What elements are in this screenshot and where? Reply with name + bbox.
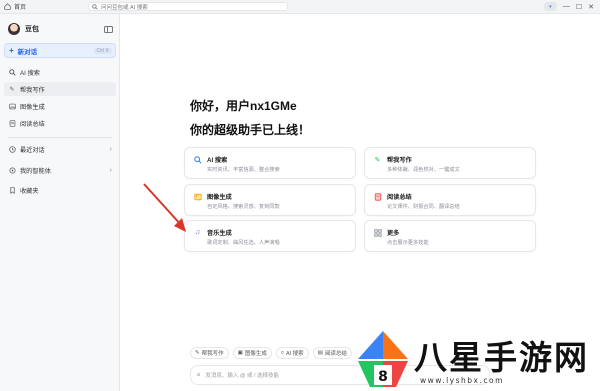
sidebar-item-label: AI 搜索 [20, 69, 40, 77]
sidebar-item-writing[interactable]: ✎ 帮我写作 [4, 82, 116, 96]
new-chat-shortcut: Ctrl K [93, 47, 112, 54]
bookmark-icon [8, 186, 16, 194]
sidebar-item-my-agents[interactable]: 我的智能体 › [4, 163, 116, 177]
annotation-arrow [143, 183, 186, 232]
sidebar-divider [8, 137, 112, 138]
card-title: 阅读总结 [387, 194, 412, 201]
card-desc: 自定风格、搜索灵感、复刻同款 [207, 204, 280, 210]
sidebar-item-label: 阅读总结 [20, 120, 45, 128]
svg-text:8: 8 [378, 369, 388, 385]
card-title: 图像生成 [207, 194, 232, 201]
card-title: AI 搜索 [207, 157, 228, 164]
skill-chips: ✎ 帮我写作 ▣ 图像生成 ⌕ AI 搜索 ▤ 阅读总结 [190, 347, 352, 359]
search-icon [92, 3, 98, 10]
message-input-placeholder: 发消息、输入 @ 或 / 选择技能 [205, 373, 280, 379]
new-chat-label: 新对话 [17, 48, 38, 56]
card-title: 帮我写作 [387, 157, 412, 164]
top-search-placeholder: 问问豆包或 AI 搜索 [101, 4, 148, 11]
clock-icon [8, 145, 16, 153]
sidebar-item-ai-search[interactable]: AI 搜索 [4, 65, 116, 79]
search-icon [8, 68, 16, 76]
sidebar: 豆包 + 新对话 Ctrl K AI 搜索 ✎ 帮我写作 图像生成 阅读总结 最… [0, 14, 120, 391]
site-watermark: 8 八星手游网 www.lyshbx.com [354, 329, 600, 391]
sidebar-header: 豆包 [8, 22, 113, 36]
sidebar-item-reading[interactable]: 阅读总结 [4, 116, 116, 130]
minimize-icon[interactable]: — [563, 3, 570, 10]
chip-ai-search[interactable]: ⌕ AI 搜索 [275, 347, 309, 359]
home-icon [4, 3, 11, 10]
chevron-right-icon: › [109, 166, 112, 174]
maximize-icon[interactable]: ☐ [576, 3, 582, 11]
top-search-input[interactable]: 问问豆包或 AI 搜索 [88, 2, 288, 11]
card-desc: 点击展示更多技能 [387, 240, 429, 246]
sidebar-item-recent[interactable]: 最近对话 › [4, 142, 116, 156]
card-image-gen[interactable]: 图像生成 自定风格、搜索灵感、复刻同款 [184, 184, 356, 216]
home-label: 首页 [14, 5, 27, 11]
chevron-right-icon: › [109, 145, 112, 153]
image-icon [8, 102, 16, 110]
pen-icon: ✎ [9, 86, 15, 93]
card-reading[interactable]: 阅读总结 论文课件、财报合同、翻译总结 [364, 184, 536, 216]
attachment-icon[interactable]: ⌀ [197, 372, 200, 378]
sidebar-toggle-icon[interactable] [104, 25, 113, 33]
card-more[interactable]: 更多 点击展示更多技能 [364, 220, 536, 252]
card-desc: 实时资讯、丰富信源、整合搜索 [207, 167, 280, 173]
bot-avatar [8, 23, 20, 35]
chip-writing[interactable]: ✎ 帮我写作 [190, 347, 229, 359]
greeting-subtitle: 你的超级助手已上线！ [190, 123, 311, 137]
sidebar-item-label: 最近对话 [20, 146, 45, 154]
close-icon[interactable]: ✕ [588, 3, 594, 11]
window-controls: ▾ — ☐ ✕ [543, 2, 594, 11]
bot-icon [8, 166, 16, 174]
plus-icon: + [9, 46, 14, 55]
chip-reading[interactable]: ▤ 阅读总结 [312, 347, 352, 359]
watermark-text: 八星手游网 [414, 338, 589, 377]
card-ai-search[interactable]: AI 搜索 实时资讯、丰富信源、整合搜索 [184, 147, 356, 179]
sidebar-item-label: 图像生成 [20, 103, 45, 111]
grid-icon [373, 228, 382, 237]
search-icon [193, 155, 202, 164]
sidebar-item-label: 帮我写作 [20, 86, 45, 94]
book-icon [8, 119, 16, 127]
watermark-logo: 8 [358, 331, 408, 387]
home-tab[interactable]: 首页 [4, 2, 26, 11]
book-icon [373, 192, 382, 201]
bot-name: 豆包 [25, 26, 39, 33]
search-icon: ⌕ [280, 349, 284, 356]
sidebar-item-label: 我的智能体 [20, 167, 51, 175]
pen-icon: ✎ [195, 350, 200, 356]
account-menu[interactable]: ▾ [543, 2, 557, 11]
card-title: 更多 [387, 230, 400, 237]
sidebar-item-label: 收藏夹 [20, 187, 39, 195]
book-icon: ▤ [317, 350, 323, 356]
card-desc: 歌词定制、曲风任选、人声演唱 [207, 240, 280, 246]
card-desc: 论文课件、财报合同、翻译总结 [387, 204, 460, 210]
card-writing[interactable]: ✎ 帮我写作 多种体裁、润色校对、一键成文 [364, 147, 536, 179]
sidebar-item-image-gen[interactable]: 图像生成 [4, 99, 116, 113]
chip-image-gen[interactable]: ▣ 图像生成 [232, 347, 272, 359]
card-music-gen[interactable]: ♫ 音乐生成 歌词定制、曲风任选、人声演唱 [184, 220, 356, 252]
sidebar-item-favorites[interactable]: 收藏夹 [4, 183, 116, 197]
pen-icon: ✎ [374, 156, 381, 164]
music-note-icon: ♫ [194, 229, 201, 236]
image-icon [193, 192, 202, 201]
watermark-url: www.lyshbx.com [420, 376, 504, 385]
top-bar: 首页 问问豆包或 AI 搜索 ▾ — ☐ ✕ [0, 0, 600, 14]
greeting-title: 你好，用户nx1GMe [190, 99, 297, 113]
image-icon: ▣ [237, 350, 243, 356]
card-desc: 多种体裁、润色校对、一键成文 [387, 167, 460, 173]
new-chat-button[interactable]: + 新对话 Ctrl K [4, 43, 116, 58]
card-title: 音乐生成 [207, 230, 232, 237]
